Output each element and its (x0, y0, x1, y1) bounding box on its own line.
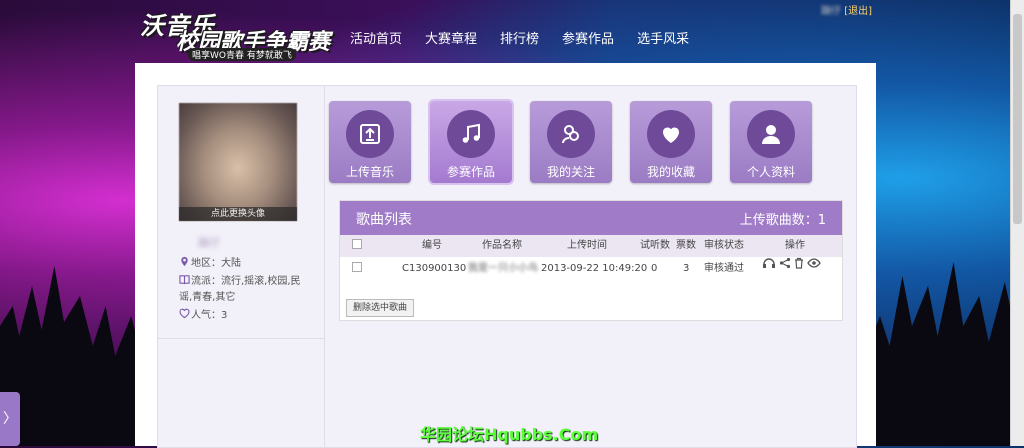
tile-my-follows[interactable]: 我的关注 (530, 101, 612, 183)
table-row: C130900130 我是一只小小鸟 2013-09-22 10:49:20 0… (340, 257, 842, 281)
heart-icon (663, 127, 679, 143)
song-name[interactable]: 我是一只小小鸟 (468, 257, 538, 281)
tile-contest-works[interactable]: 参赛作品 (430, 101, 512, 183)
nav-works[interactable]: 参赛作品 (562, 28, 614, 47)
song-id: C130900130 (402, 263, 467, 274)
tile-label: 上传音乐 (345, 165, 394, 179)
site-logo[interactable]: 沃音乐 校园歌手争霸赛 唱享WO青春 有梦就敢飞 (136, 4, 336, 61)
headphones-icon[interactable] (762, 257, 776, 269)
song-list-panel: 歌曲列表 上传歌曲数：1 编号 作品名称 上传时间 试听数 票数 审核状态 操作… (339, 200, 843, 321)
sidebar-divider (158, 338, 324, 339)
nav-rules[interactable]: 大赛章程 (425, 28, 477, 47)
vertical-scrollbar[interactable] (1010, 0, 1024, 446)
tile-upload-music[interactable]: 上传音乐 (329, 101, 411, 183)
crowd-right-decoration (864, 262, 1024, 446)
genre-row: 流派：流行,摇滚,校园,民谣,青春,其它 (179, 274, 311, 306)
scrollbar-thumb[interactable] (1013, 14, 1022, 224)
location-pin-icon (181, 256, 188, 267)
main-nav: 活动首页 大赛章程 排行榜 参赛作品 选手风采 (350, 28, 712, 47)
tile-icon-circle (747, 110, 795, 158)
col-actions: 操作 (785, 240, 805, 251)
play-count: 0 (651, 263, 658, 274)
book-icon (179, 275, 190, 285)
delete-selected-button[interactable]: 删除选中歌曲 (346, 299, 415, 317)
upload-time: 2013-09-22 10:49:20 (541, 263, 648, 274)
tile-label: 我的关注 (546, 165, 595, 179)
col-plays: 试听数 (640, 240, 670, 251)
profile-username: 蹦仔 (198, 236, 220, 249)
change-avatar-link[interactable]: 点此更换头像 (179, 207, 297, 221)
eye-icon[interactable] (807, 257, 821, 269)
tile-icon-circle (447, 110, 495, 158)
tile-icon-circle (547, 110, 595, 158)
row-actions (762, 257, 821, 269)
tile-icon-circle (647, 110, 695, 158)
col-upload-time: 上传时间 (567, 240, 607, 251)
tile-icon-circle (346, 110, 394, 158)
nav-contestants[interactable]: 选手风采 (637, 28, 689, 47)
song-count: 上传歌曲数：1 (739, 213, 826, 228)
main-content: 点此更换头像 蹦仔 地区：大陆 流派：流行,摇滚,校园,民谣,青春,其它 人气：… (135, 63, 876, 448)
nav-home[interactable]: 活动首页 (350, 28, 402, 47)
popularity-text: 人气：3 (191, 310, 228, 321)
heart-outline-icon (179, 308, 190, 319)
tile-profile[interactable]: 个人资料 (730, 101, 812, 183)
tile-label: 个人资料 (746, 165, 795, 179)
review-status: 审核通过 (704, 263, 744, 274)
person-icon (762, 125, 780, 144)
region-row: 地区：大陆 (179, 256, 309, 272)
col-name: 作品名称 (482, 240, 522, 251)
region-text: 地区：大陆 (191, 258, 241, 269)
col-id: 编号 (422, 240, 442, 251)
tile-label: 我的收藏 (646, 165, 695, 179)
song-list-header: 歌曲列表 上传歌曲数：1 (340, 201, 842, 235)
popularity-row: 人气：3 (179, 308, 309, 324)
user-box: 蹦仔 [退出] (821, 2, 872, 17)
logo-slogan: 唱享WO青春 有梦就敢飞 (188, 48, 296, 61)
profile-sidebar: 点此更换头像 蹦仔 地区：大陆 流派：流行,摇滚,校园,民谣,青春,其它 人气：… (158, 86, 325, 447)
nav-ranking[interactable]: 排行榜 (500, 28, 539, 47)
tile-label: 参赛作品 (446, 165, 495, 179)
avatar[interactable] (179, 103, 297, 221)
user-panel: 点此更换头像 蹦仔 地区：大陆 流派：流行,摇滚,校园,民谣,青春,其它 人气：… (157, 85, 857, 448)
top-username[interactable]: 蹦仔 (821, 6, 841, 17)
col-votes: 票数 (676, 240, 696, 251)
music-note-icon (462, 123, 480, 143)
trash-icon[interactable] (794, 257, 804, 269)
song-list-title: 歌曲列表 (356, 212, 412, 228)
genre-text: 流派：流行,摇滚,校园,民谣,青春,其它 (179, 276, 301, 303)
top-bar: 沃音乐 校园歌手争霸赛 唱享WO青春 有梦就敢飞 活动首页 大赛章程 排行榜 参… (0, 0, 1024, 61)
song-table-header: 编号 作品名称 上传时间 试听数 票数 审核状态 操作 (340, 235, 842, 257)
logout-link[interactable]: [退出] (844, 6, 872, 17)
share-icon[interactable] (779, 257, 791, 269)
row-checkbox[interactable] (352, 257, 362, 281)
select-all-checkbox[interactable] (352, 235, 362, 257)
forum-watermark: 华园论坛Hqubbs.Com (420, 425, 599, 444)
upload-icon (360, 124, 380, 144)
follow-icon (562, 125, 579, 144)
vote-count: 3 (683, 263, 690, 274)
col-status: 审核状态 (704, 240, 744, 251)
tile-my-favorites[interactable]: 我的收藏 (630, 101, 712, 183)
side-expand-tab[interactable]: 〉 (0, 392, 20, 446)
